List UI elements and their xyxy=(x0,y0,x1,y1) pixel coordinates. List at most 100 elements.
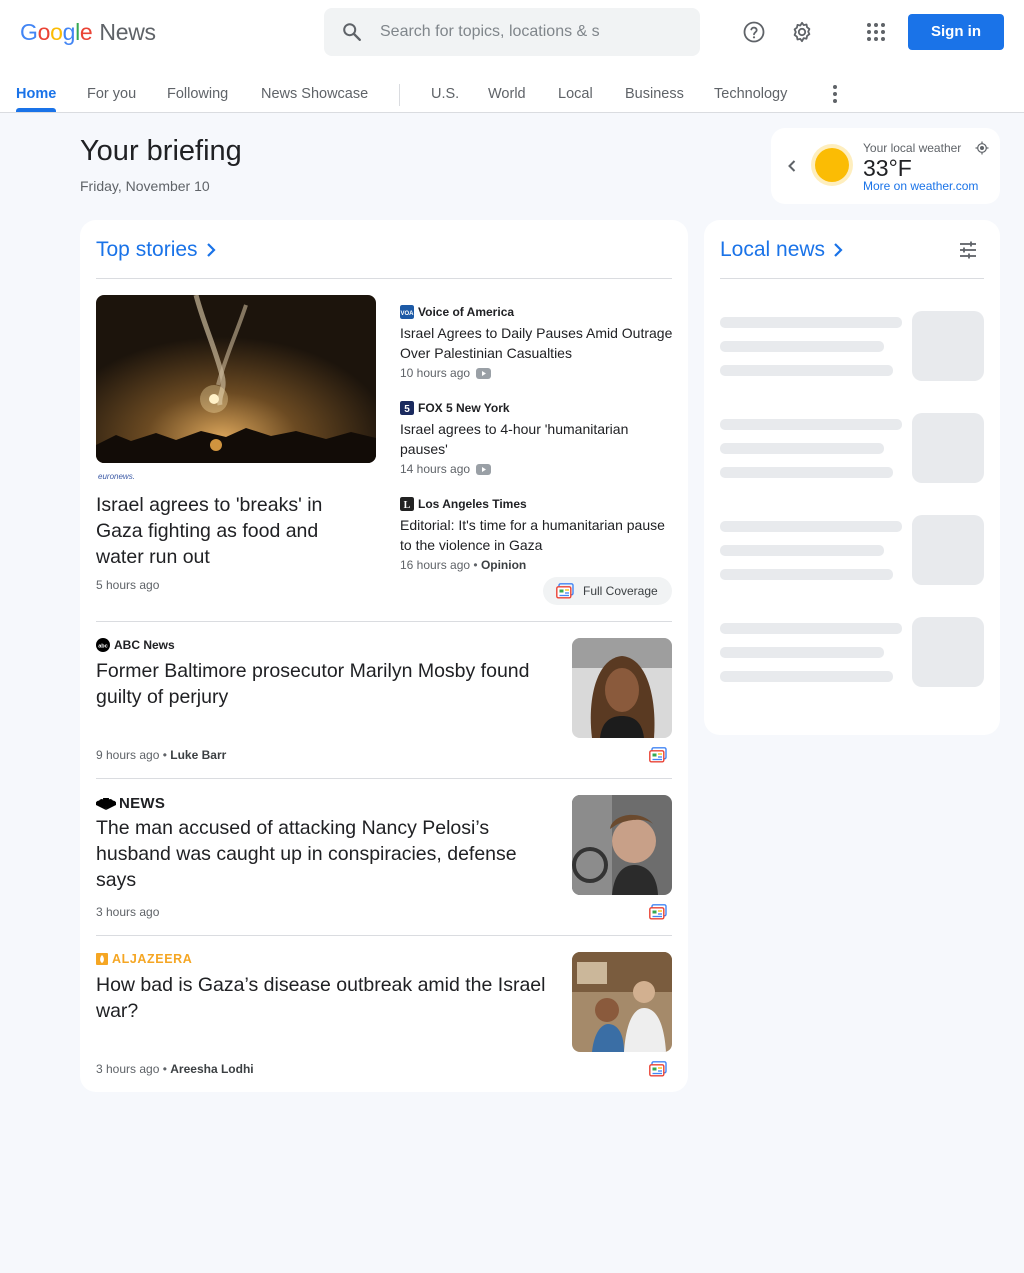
loading-placeholder xyxy=(720,623,902,634)
search-box[interactable] xyxy=(324,8,700,56)
publisher: VOA Voice of America xyxy=(400,305,515,319)
loading-placeholder xyxy=(720,419,902,430)
svg-text:5: 5 xyxy=(404,404,410,415)
loading-placeholder xyxy=(912,515,984,585)
help-icon[interactable] xyxy=(742,20,766,44)
full-coverage-icon xyxy=(556,583,574,599)
svg-text:abc: abc xyxy=(98,644,107,650)
divider xyxy=(720,278,984,279)
abc-news-logo-icon: abc xyxy=(96,638,110,652)
loading-placeholder xyxy=(720,317,902,328)
my-location-icon[interactable] xyxy=(975,141,989,155)
hero-headline[interactable]: Israel agrees to 'breaks' in Gaza fighti… xyxy=(96,492,366,570)
tune-icon[interactable] xyxy=(958,240,978,260)
video-icon xyxy=(476,463,492,475)
tab-technology[interactable]: Technology xyxy=(714,86,787,102)
story-thumbnail[interactable] xyxy=(572,952,672,1052)
briefing-title: Your briefing xyxy=(80,135,242,167)
divider xyxy=(96,621,672,622)
full-coverage-icon[interactable] xyxy=(649,1061,667,1077)
chevron-right-icon xyxy=(834,243,843,257)
more-vert-icon[interactable] xyxy=(823,82,847,106)
story-item[interactable]: NEWS The man accused of attacking Nancy … xyxy=(96,795,672,935)
tab-for-you[interactable]: For you xyxy=(87,86,136,102)
related-headline[interactable]: Editorial: It's time for a humanitarian … xyxy=(400,515,676,555)
related-headline[interactable]: Israel agrees to 4-hour 'humanitarian pa… xyxy=(400,419,676,459)
divider xyxy=(96,778,672,779)
loading-placeholder xyxy=(912,617,984,687)
tab-home[interactable]: Home xyxy=(16,86,56,102)
sign-in-button[interactable]: Sign in xyxy=(908,14,1004,50)
related-story[interactable]: 5 FOX 5 New York Israel agrees to 4-hour… xyxy=(400,400,676,476)
publisher: 5 FOX 5 New York xyxy=(400,400,676,416)
hero-time: 5 hours ago xyxy=(96,578,160,592)
weather-link[interactable]: More on weather.com xyxy=(863,179,978,193)
aljazeera-logo-icon xyxy=(96,953,108,965)
loading-placeholder xyxy=(720,671,893,682)
loading-placeholder xyxy=(912,413,984,483)
full-coverage-icon[interactable] xyxy=(649,747,667,763)
tab-business[interactable]: Business xyxy=(625,86,684,102)
loading-placeholder xyxy=(720,467,893,478)
related-story[interactable]: L Los Angeles Times Editorial: It's time… xyxy=(400,496,676,572)
publisher: L Los Angeles Times xyxy=(400,496,676,512)
full-coverage-button[interactable]: Full Coverage xyxy=(543,577,672,605)
full-coverage-icon[interactable] xyxy=(649,904,667,920)
divider xyxy=(96,935,672,936)
hero-image[interactable] xyxy=(96,295,376,463)
publisher: ALJAZEERA xyxy=(96,952,192,966)
loading-placeholder xyxy=(720,443,884,454)
tab-us[interactable]: U.S. xyxy=(431,86,459,102)
story-meta: 14 hours ago xyxy=(400,462,676,476)
tab-news-showcase[interactable]: News Showcase xyxy=(261,86,368,102)
loading-placeholder xyxy=(720,647,884,658)
local-news-card: Local news xyxy=(704,220,1000,735)
voa-logo-icon: VOA xyxy=(400,305,414,319)
nav-tabs: Home For you Following News Showcase U.S… xyxy=(0,72,1024,113)
loading-placeholder xyxy=(720,569,893,580)
story-meta: 16 hours ago • Opinion xyxy=(400,558,527,572)
related-story[interactable]: VOA Voice of America Israel Agrees to Da… xyxy=(400,304,676,380)
svg-text:VOA: VOA xyxy=(400,311,414,317)
nbc-peacock-logo-icon xyxy=(96,797,116,810)
story-meta: 9 hours ago • Luke Barr xyxy=(96,748,227,762)
chevron-left-icon[interactable] xyxy=(782,156,802,176)
weather-temperature: 33°F xyxy=(863,155,912,181)
nav-divider xyxy=(399,84,400,106)
chevron-right-icon xyxy=(206,243,216,257)
active-tab-indicator xyxy=(16,108,56,112)
weather-label: Your local weather xyxy=(863,141,962,155)
fox5-logo-icon: 5 xyxy=(400,401,414,415)
story-item[interactable]: ALJAZEERA How bad is Gaza’s disease outb… xyxy=(96,952,672,1092)
apps-grid-icon[interactable] xyxy=(864,20,888,44)
story-meta: 3 hours ago xyxy=(96,905,160,919)
weather-widget[interactable]: Your local weather 33°F More on weather.… xyxy=(771,128,1000,204)
publisher: NEWS xyxy=(96,795,165,812)
divider xyxy=(96,278,672,279)
settings-icon[interactable] xyxy=(790,20,814,44)
search-icon[interactable] xyxy=(341,21,363,43)
loading-placeholder xyxy=(912,311,984,381)
google-news-logo[interactable]: Google News xyxy=(20,19,156,46)
local-news-heading[interactable]: Local news xyxy=(720,238,845,262)
tab-local[interactable]: Local xyxy=(558,86,593,102)
story-headline[interactable]: How bad is Gaza’s disease outbreak amid … xyxy=(96,972,560,1024)
story-thumbnail[interactable] xyxy=(572,795,672,895)
story-meta: 10 hours ago xyxy=(400,366,676,380)
story-headline[interactable]: The man accused of attacking Nancy Pelos… xyxy=(96,815,560,893)
story-headline[interactable]: Former Baltimore prosecutor Marilyn Mosb… xyxy=(96,658,560,710)
la-times-logo-icon: L xyxy=(400,497,414,511)
tab-following[interactable]: Following xyxy=(167,86,228,102)
video-icon xyxy=(476,367,492,379)
loading-placeholder xyxy=(720,545,884,556)
sunny-icon xyxy=(811,144,853,186)
story-thumbnail[interactable] xyxy=(572,638,672,738)
top-stories-heading[interactable]: Top stories xyxy=(96,238,218,262)
search-input[interactable] xyxy=(380,20,680,44)
related-headline[interactable]: Israel Agrees to Daily Pauses Amid Outra… xyxy=(400,323,676,363)
loading-placeholder xyxy=(720,341,884,352)
hero-publisher-logo: euronews. xyxy=(98,472,135,481)
loading-placeholder xyxy=(720,365,893,376)
story-item[interactable]: abc ABC News Former Baltimore prosecutor… xyxy=(96,638,672,778)
tab-world[interactable]: World xyxy=(488,86,526,102)
